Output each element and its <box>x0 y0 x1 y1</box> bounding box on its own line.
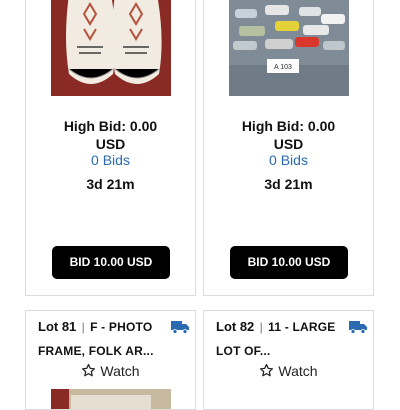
star-outline-icon <box>82 363 96 377</box>
bids-link[interactable]: 0 Bids <box>204 152 373 168</box>
high-bid: High Bid: 0.00 <box>241 118 336 134</box>
image-tag: A 103 <box>274 64 292 71</box>
lot-image[interactable] <box>51 389 171 409</box>
truck-icon <box>171 321 189 334</box>
time-remaining: 3d 21m <box>264 176 313 192</box>
watch-label: Watch <box>278 363 318 379</box>
lot-separator: | <box>259 320 263 334</box>
lot-card[interactable]: High Bid: 0.00 USD 0 Bids 3d 21m BID 10.… <box>25 0 196 296</box>
high-bid-currency: USD <box>273 136 304 152</box>
bids-link[interactable]: 0 Bids <box>26 152 195 168</box>
lot-card[interactable]: Lot 82 | 11 - LARGE LOT OF... Watch <box>203 310 374 410</box>
lot-number: Lot 81 <box>38 319 77 334</box>
lot-title-line2: LOT OF... <box>216 344 271 358</box>
lot-title-line1: F - PHOTO <box>90 320 153 334</box>
lot-separator: | <box>81 320 85 334</box>
lot-header[interactable]: Lot 82 | 11 - LARGE LOT OF... <box>216 319 366 359</box>
high-bid: High Bid: 0.00 <box>63 118 158 134</box>
watch-button[interactable]: Watch <box>26 363 195 379</box>
lot-image[interactable] <box>229 389 349 409</box>
watch-label: Watch <box>100 363 140 379</box>
lot-card[interactable]: A 103 High Bid: 0.00 USD 0 Bids 3d 21m B… <box>203 0 374 296</box>
high-bid-currency: USD <box>95 136 126 152</box>
lot-header[interactable]: Lot 81 | F - PHOTO FRAME, FOLK AR... <box>38 319 188 359</box>
lot-card[interactable]: Lot 81 | F - PHOTO FRAME, FOLK AR... Wat… <box>25 310 196 410</box>
lot-number: Lot 82 <box>216 319 255 334</box>
star-outline-icon <box>260 363 274 377</box>
time-remaining: 3d 21m <box>86 176 135 192</box>
watch-button[interactable]: Watch <box>204 363 373 379</box>
lot-image[interactable] <box>51 0 171 96</box>
truck-icon <box>349 321 367 334</box>
bid-button[interactable]: BID 10.00 USD <box>230 246 348 279</box>
lot-image[interactable]: A 103 <box>229 0 349 96</box>
bid-button[interactable]: BID 10.00 USD <box>52 246 170 279</box>
lot-title-line1: 11 - LARGE <box>268 320 336 334</box>
lot-title-line2: FRAME, FOLK AR... <box>38 344 154 358</box>
